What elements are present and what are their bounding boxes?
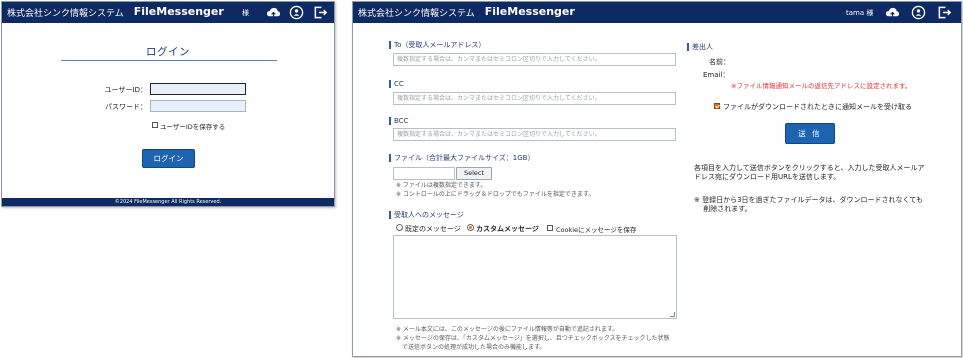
userid-input[interactable] [150, 83, 246, 95]
logout-icon[interactable] [937, 5, 952, 20]
message-note: ※ メッセージの保存は、「カスタムメッセージ」を選択し、且つチェックボックスをチ… [396, 335, 670, 342]
brand: 株式会社シンク情報システム FileMessenger [7, 5, 224, 19]
custom-message-radio[interactable] [467, 224, 474, 231]
upload-cloud-icon[interactable] [885, 5, 900, 20]
remember-userid-checkbox[interactable] [152, 122, 158, 128]
header-bar: 株式会社シンク情報システム FileMessenger tama 様 [353, 2, 961, 23]
company-name: 株式会社シンク情報システム [7, 9, 124, 19]
bcc-label: BCC [389, 117, 408, 125]
copyright-footer: ©2024 FileMessenger All Rights Reserved. [2, 198, 334, 206]
send-info-line: 各項目を入力して送信ボタンをクリックすると、入力した受取人メールア [694, 164, 925, 172]
send-window: 株式会社シンク情報システム FileMessenger tama 様 To（受取人… [352, 1, 962, 357]
bcc-input[interactable]: 複数指定する場合は、カンマまたはセミコロン区切りで入力してください。 [393, 128, 676, 141]
notify-label: ファイルがダウンロードされたときに通知メールを受け取る [723, 103, 912, 111]
cc-label: CC [389, 80, 404, 88]
to-label: To（受取人メールアドレス） [389, 41, 485, 49]
upload-cloud-icon[interactable] [266, 5, 281, 20]
send-info-line: ドレス宛にダウンロード用URLを送信します。 [694, 173, 841, 181]
expiry-note-line: ※ 登録日から3日を過ぎたファイルデータは、ダウンロードされなくても [694, 196, 923, 204]
cookie-save-label: Cookieにメッセージを保存 [556, 226, 637, 234]
message-label: 受取人へのメッセージ [389, 211, 464, 219]
send-info: 各項目を入力して送信ボタンをクリックすると、入力した受取人メールア ドレス宛にダ… [694, 164, 925, 182]
title-divider [61, 60, 277, 61]
file-label: ファイル（合計最大ファイルサイズ：1GB） [389, 154, 534, 162]
message-note: で送信ボタンの処理が成功した場合のみ機能します。 [396, 344, 546, 351]
notify-checkbox[interactable] [714, 103, 720, 109]
custom-message-label: カスタムメッセージ [476, 225, 539, 233]
remember-userid-label: ユーザーIDを保存する [160, 123, 226, 131]
user-info-icon[interactable] [911, 5, 926, 20]
resize-handle[interactable] [670, 312, 675, 317]
page-title: ログイン [146, 46, 190, 58]
send-button[interactable]: 送 信 [785, 123, 835, 144]
to-input[interactable]: 複数指定する場合は、カンマまたはセミコロン区切りで入力してください。 [393, 53, 676, 66]
fixed-message-label: 既定のメッセージ [405, 225, 461, 233]
password-input[interactable] [150, 100, 246, 112]
userid-label: ユーザーID： [104, 86, 147, 94]
message-note: ※ メール本文には、このメッセージの後にファイル情報等が自動で追記されます。 [396, 326, 619, 333]
login-window: 株式会社シンク情報システム FileMessenger 様 ログイン ユーザーID… [1, 1, 335, 207]
app-name: FileMessenger [133, 5, 224, 18]
sender-name-label: 名前： [709, 58, 730, 66]
sender-label: 差出人 [687, 43, 713, 51]
header-bar: 株式会社シンク情報システム FileMessenger 様 [2, 2, 334, 23]
expiry-note-line: 削除されます。 [694, 205, 752, 213]
file-note: ※ ファイルは複数指定できます。 [396, 182, 487, 189]
company-name: 株式会社シンク情報システム [358, 9, 475, 19]
cc-input[interactable]: 複数指定する場合は、カンマまたはセミコロン区切りで入力してください。 [393, 92, 676, 105]
select-file-button[interactable]: Select [456, 167, 492, 180]
user-name: tama 様 [846, 9, 874, 17]
file-note: ※ コントロールの上にドラッグ＆ドロップでもファイルを指定できます。 [396, 191, 595, 198]
fixed-message-radio[interactable] [396, 224, 403, 231]
user-info-icon[interactable] [289, 5, 304, 20]
logout-icon[interactable] [313, 5, 328, 20]
message-textarea[interactable] [393, 235, 677, 319]
expiry-note: ※ 登録日から3日を過ぎたファイルデータは、ダウンロードされなくても 削除されま… [694, 196, 923, 214]
user-name: 様 [242, 9, 249, 17]
password-label: パスワード： [105, 103, 147, 111]
sender-warning: ※ファイル情報通知メールの返信先アドレスに設定されます。 [731, 82, 912, 90]
cookie-save-checkbox[interactable] [547, 225, 553, 231]
sender-email-label: Email： [703, 71, 730, 79]
app-name: FileMessenger [484, 5, 575, 18]
login-button[interactable]: ログイン [142, 149, 195, 168]
brand: 株式会社シンク情報システム FileMessenger [358, 5, 575, 19]
file-drop-input[interactable] [393, 167, 455, 180]
